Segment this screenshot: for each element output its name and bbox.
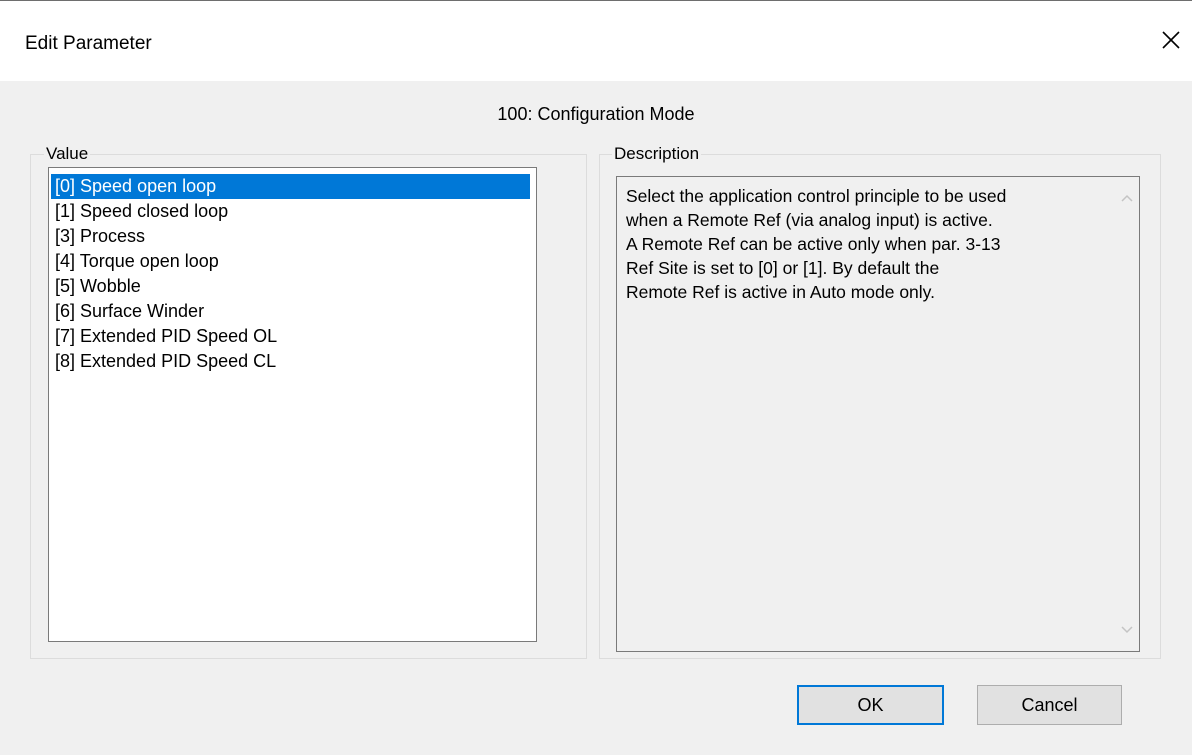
description-line: A Remote Ref can be active only when par… <box>626 234 1001 254</box>
list-item[interactable]: [8] Extended PID Speed CL <box>51 349 530 374</box>
value-group-label: Value <box>44 144 91 164</box>
list-item[interactable]: [3] Process <box>51 224 530 249</box>
list-item[interactable]: [4] Torque open loop <box>51 249 530 274</box>
list-item[interactable]: [0] Speed open loop <box>51 174 530 199</box>
description-scrollbar[interactable] <box>1115 177 1139 651</box>
list-item[interactable]: [7] Extended PID Speed OL <box>51 324 530 349</box>
window-title: Edit Parameter <box>25 33 152 54</box>
close-button[interactable] <box>1154 23 1188 57</box>
value-listbox[interactable]: [0] Speed open loop [1] Speed closed loop… <box>48 167 537 642</box>
chevron-down-icon <box>1121 626 1133 634</box>
scroll-down-button[interactable] <box>1115 617 1139 641</box>
ok-button[interactable]: OK <box>797 685 944 725</box>
chevron-up-icon <box>1121 194 1133 202</box>
description-line: when a Remote Ref (via analog input) is … <box>626 210 993 230</box>
list-item[interactable]: [5] Wobble <box>51 274 530 299</box>
description-text: Select the application control principle… <box>626 184 1104 304</box>
scroll-up-button[interactable] <box>1115 187 1139 211</box>
cancel-button[interactable]: Cancel <box>977 685 1122 725</box>
description-line: Remote Ref is active in Auto mode only. <box>626 282 935 302</box>
description-group-label: Description <box>612 144 702 164</box>
list-item[interactable]: [1] Speed closed loop <box>51 199 530 224</box>
description-textbox[interactable]: Select the application control principle… <box>616 176 1140 652</box>
close-icon <box>1162 31 1180 49</box>
title-bar: Edit Parameter <box>0 1 1192 81</box>
edit-parameter-dialog: Edit Parameter 100: Configuration Mode V… <box>0 0 1192 755</box>
parameter-heading: 100: Configuration Mode <box>497 104 695 124</box>
description-line: Select the application control principle… <box>626 186 1007 206</box>
description-line: Ref Site is set to [0] or [1]. By defaul… <box>626 258 940 278</box>
list-item[interactable]: [6] Surface Winder <box>51 299 530 324</box>
